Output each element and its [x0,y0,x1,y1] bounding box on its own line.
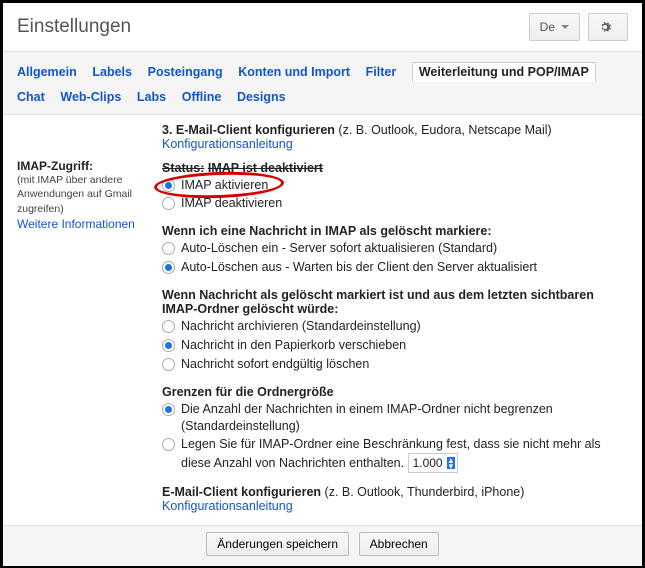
language-label: De [540,20,555,34]
configure-link[interactable]: Konfigurationsanleitung [162,499,293,513]
settings-menu-button[interactable] [588,13,628,41]
status-label: Status: IMAP ist deaktiviert [162,161,323,175]
language-selector[interactable]: De [529,13,580,41]
settings-header: Einstellungen De [3,3,642,52]
left-column: IMAP-Zugriff: (mit IMAP über andere Anwe… [17,123,162,518]
tab-inbox[interactable]: Posteingang [148,65,223,79]
limit-select-value: 1.000 [413,455,443,471]
auto-expunge-title: Wenn ich eine Nachricht in IMAP als gelö… [162,224,628,238]
radio-autoexpunge-off[interactable] [162,261,175,274]
radio-archive[interactable] [162,320,175,333]
tab-labels[interactable]: Labels [92,65,132,79]
radio-limit[interactable] [162,438,175,451]
radio-delete-forever[interactable] [162,358,175,371]
enable-imap-label: IMAP aktivieren [181,177,268,194]
step3-section: 3. E-Mail-Client konfigurieren (z. B. Ou… [162,123,628,151]
tab-themes[interactable]: Designs [237,90,286,104]
step3-config-link[interactable]: Konfigurationsanleitung [162,137,293,151]
tab-offline[interactable]: Offline [182,90,222,104]
save-button[interactable]: Änderungen speichern [206,532,349,556]
footer-actions: Änderungen speichern Abbrechen [3,525,642,566]
spinner-icon: ▴▾ [447,457,456,469]
radio-no-limit[interactable] [162,403,175,416]
tab-chat[interactable]: Chat [17,90,45,104]
autoexpunge-on-label: Auto-Löschen ein - Server sofort aktuali… [181,240,497,257]
folder-limits-section: Grenzen für die Ordnergröße Die Anzahl d… [162,385,628,474]
configure-client-section: E-Mail-Client konfigurieren (z. B. Outlo… [162,485,628,513]
no-limit-label: Die Anzahl der Nachrichten in einem IMAP… [181,401,628,435]
imap-access-label: IMAP-Zugriff: [17,159,162,173]
right-column: 3. E-Mail-Client konfigurieren (z. B. Ou… [162,123,628,518]
tab-labs[interactable]: Labs [137,90,166,104]
limits-title: Grenzen für die Ordnergröße [162,385,628,399]
settings-tabs: Allgemein Labels Posteingang Konten und … [3,52,642,115]
radio-enable-imap[interactable] [162,179,175,192]
autoexpunge-off-label: Auto-Löschen aus - Warten bis der Client… [181,259,537,276]
page-title: Einstellungen [17,16,131,38]
auto-expunge-section: Wenn ich eine Nachricht in IMAP als gelö… [162,224,628,276]
step3-title: 3. E-Mail-Client konfigurieren [162,123,335,137]
limit-label: Legen Sie für IMAP-Ordner eine Beschränk… [181,436,628,473]
gear-icon [597,19,613,35]
cancel-button[interactable]: Abbrechen [359,532,439,556]
configure-title: E-Mail-Client konfigurieren [162,485,321,499]
tab-filters[interactable]: Filter [366,65,397,79]
disable-imap-label: IMAP deaktivieren [181,195,282,212]
tab-general[interactable]: Allgemein [17,65,77,79]
archive-label: Nachricht archivieren (Standardeinstellu… [181,318,421,335]
radio-disable-imap[interactable] [162,197,175,210]
limit-select[interactable]: 1.000 ▴▾ [408,453,459,473]
last-folder-title: Wenn Nachricht als gelöscht markiert ist… [162,288,628,316]
learn-more-link[interactable]: Weitere Informationen [17,217,162,231]
chevron-down-icon [561,25,569,29]
radio-autoexpunge-on[interactable] [162,242,175,255]
tab-webclips[interactable]: Web-Clips [60,90,121,104]
tab-accounts[interactable]: Konten und Import [238,65,350,79]
imap-status-section: Status: IMAP ist deaktiviert IMAP aktivi… [162,161,628,213]
trash-label: Nachricht in den Papierkorb verschieben [181,337,406,354]
content-area: IMAP-Zugriff: (mit IMAP über andere Anwe… [3,115,642,526]
delete-forever-label: Nachricht sofort endgültig löschen [181,356,369,373]
tab-forwarding-pop-imap[interactable]: Weiterleitung und POP/IMAP [412,62,596,82]
radio-trash[interactable] [162,339,175,352]
last-folder-section: Wenn Nachricht als gelöscht markiert ist… [162,288,628,373]
header-controls: De [529,13,628,41]
imap-access-sublabel: (mit IMAP über andere Anwendungen auf Gm… [17,173,162,217]
step3-hint: (z. B. Outlook, Eudora, Netscape Mail) [338,123,551,137]
configure-hint: (z. B. Outlook, Thunderbird, iPhone) [325,485,525,499]
